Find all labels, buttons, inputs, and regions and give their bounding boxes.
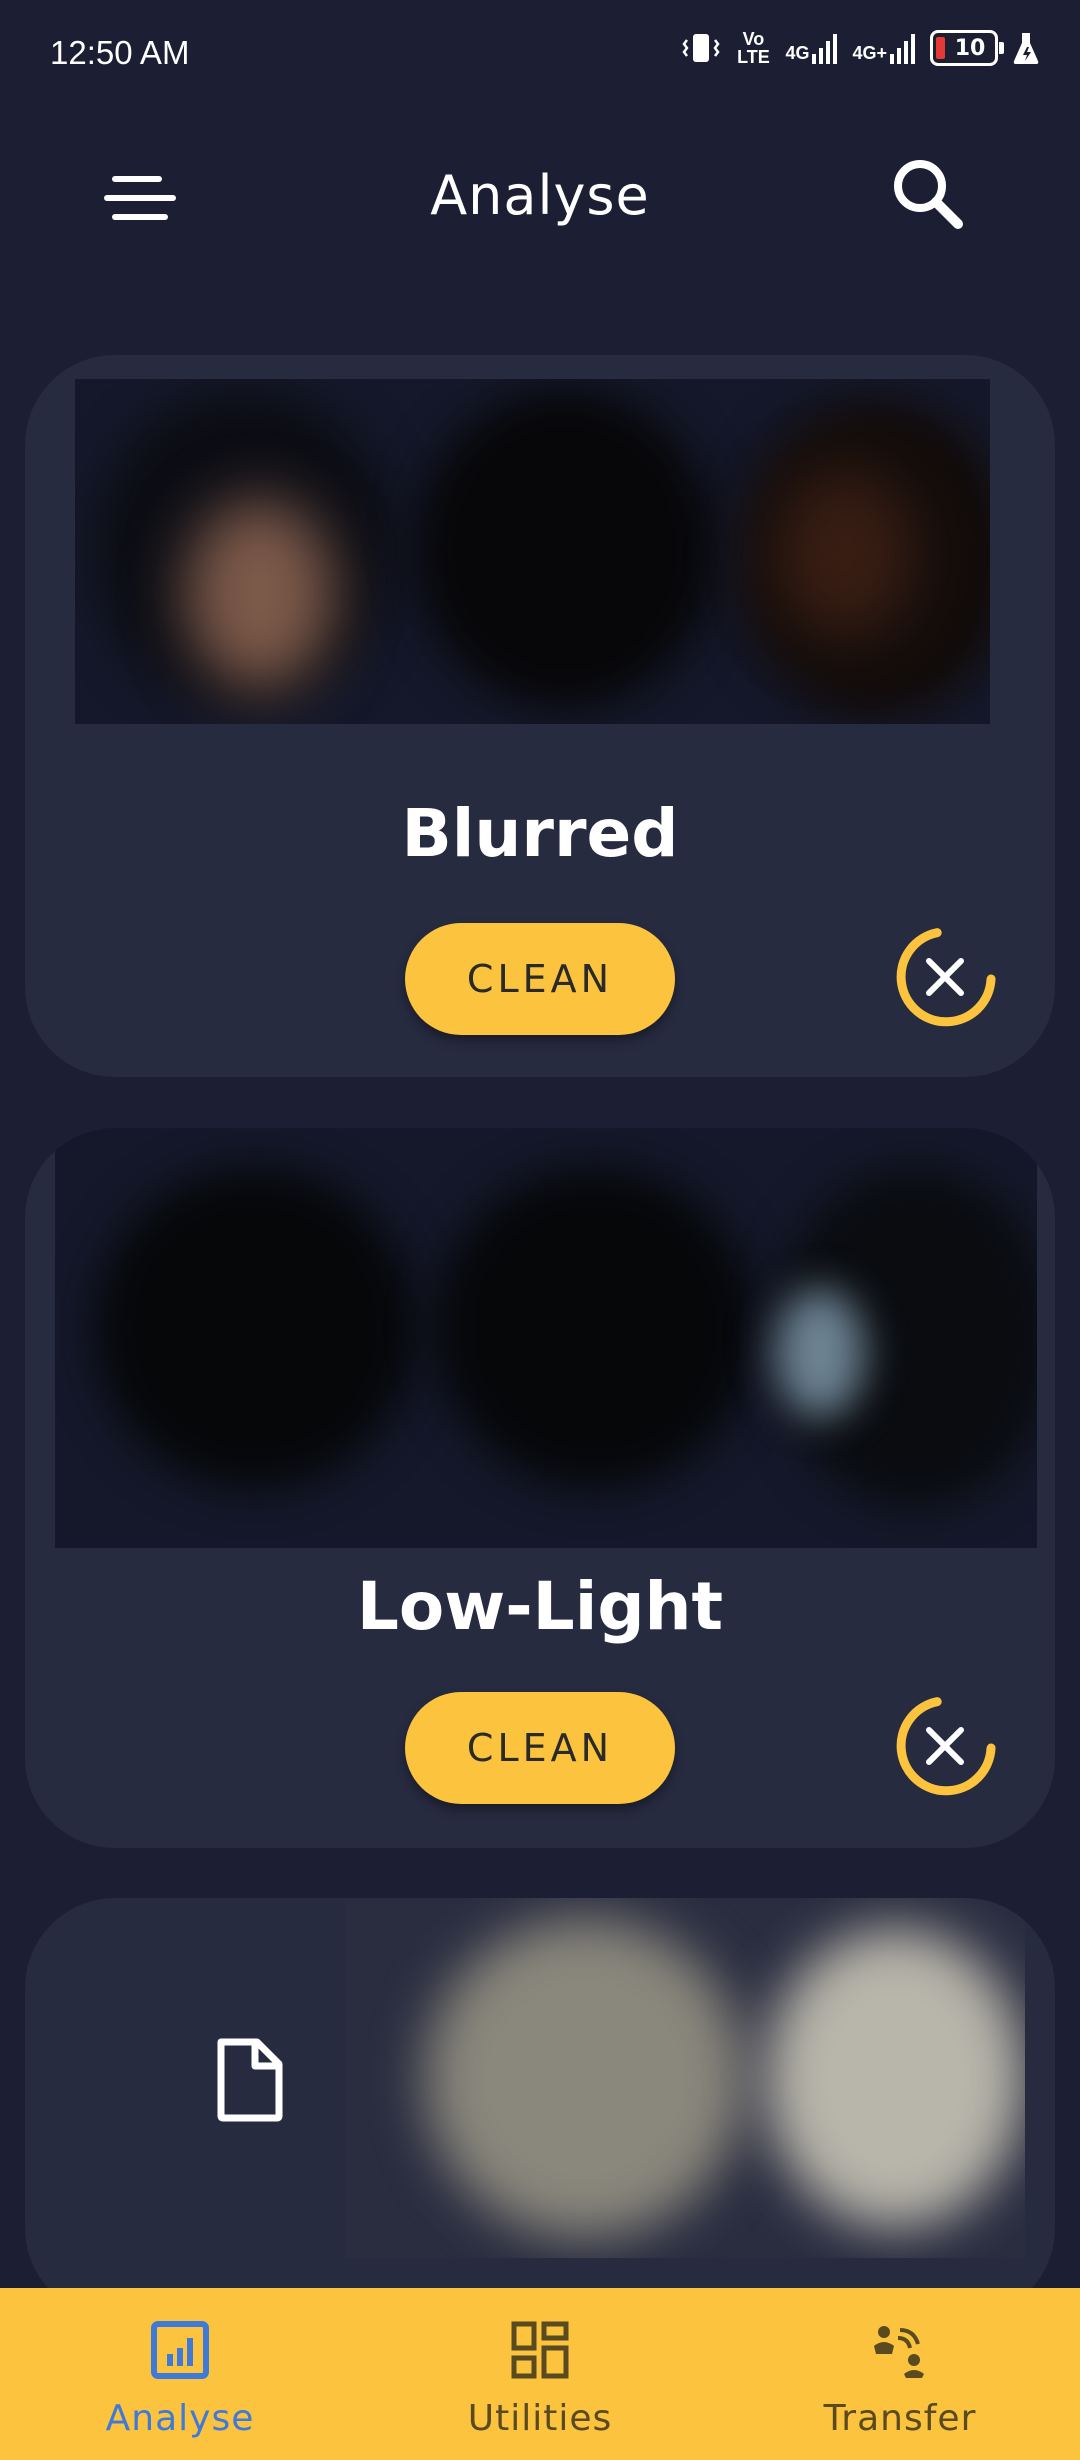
bottom-navigation: Analyse Utilities Transfer — [0, 2288, 1080, 2460]
blurred-card[interactable]: Blurred CLEAN — [25, 355, 1055, 1077]
search-icon[interactable] — [888, 154, 968, 234]
status-time: 12:50 AM — [50, 34, 190, 71]
status-icons: Vo LTE 4G 4G+ 10 — [681, 30, 1040, 66]
network-type-label: 4G — [785, 43, 810, 63]
nav-item-analyse[interactable]: Analyse — [0, 2288, 360, 2460]
thumbnail — [95, 1168, 415, 1488]
signal-2: 4G+ — [852, 32, 916, 64]
documents-card[interactable] — [25, 1898, 1055, 2318]
low-light-card[interactable]: Low-Light CLEAN — [25, 1128, 1055, 1848]
clean-button[interactable]: CLEAN — [405, 1692, 675, 1804]
dismiss-icon[interactable] — [885, 917, 1005, 1037]
signal-bars-icon — [890, 34, 915, 64]
battery-indicator: 10 — [930, 30, 1004, 66]
thumbnail — [415, 389, 715, 709]
thumbnail-highlight — [775, 1288, 865, 1418]
dismiss-icon[interactable] — [885, 1686, 1005, 1806]
document-thumbnails[interactable] — [345, 1898, 1025, 2258]
thumbnail — [435, 1168, 755, 1488]
nav-item-utilities[interactable]: Utilities — [360, 2288, 720, 2460]
network-type-label: 4G+ — [852, 43, 887, 63]
nav-label: Analyse — [105, 2398, 255, 2439]
analyse-chart-icon — [151, 2321, 209, 2379]
volte-indicator: Vo LTE — [737, 29, 770, 67]
vibrate-icon — [682, 34, 721, 62]
nav-label: Transfer — [823, 2398, 977, 2439]
battery-level: 10 — [954, 35, 986, 61]
card-title: Low-Light — [356, 1568, 724, 1645]
low-light-thumbnails[interactable] — [55, 1128, 1037, 1548]
status-bar: 12:50 AM Vo LTE 4G 4G+ 10 — [0, 0, 1080, 110]
flask-icon — [1013, 33, 1039, 64]
utilities-grid-icon — [511, 2321, 569, 2379]
clean-button[interactable]: CLEAN — [405, 923, 675, 1035]
thumbnail — [765, 1928, 1025, 2228]
document-icon — [217, 2038, 283, 2122]
transfer-icon — [874, 2326, 924, 2378]
nav-label: Utilities — [467, 2398, 613, 2439]
nav-item-transfer[interactable]: Transfer — [720, 2288, 1080, 2460]
thumbnail-highlight — [185, 499, 335, 689]
thumbnail — [425, 1918, 745, 2238]
signal-1: 4G — [785, 32, 838, 64]
signal-bars-icon — [812, 34, 838, 64]
blurred-thumbnails[interactable] — [75, 379, 990, 724]
app-header: Analyse — [0, 140, 1080, 260]
thumbnail-highlight — [775, 469, 915, 639]
card-title: Blurred — [401, 795, 679, 872]
